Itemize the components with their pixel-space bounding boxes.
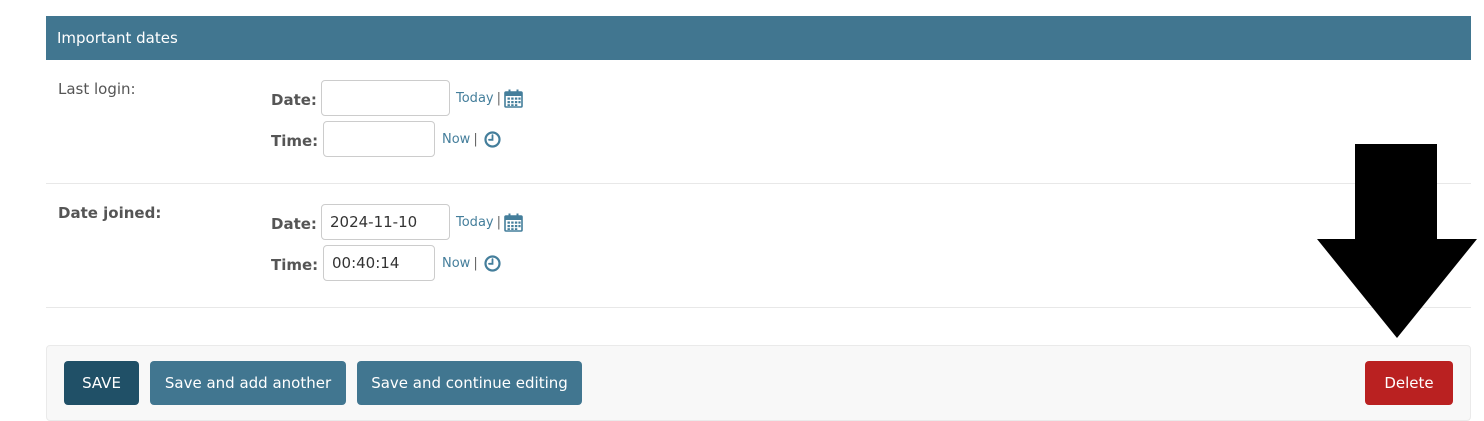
save-and-add-another-button[interactable]: Save and add another xyxy=(150,361,346,405)
fieldset-header: Important dates xyxy=(46,16,1471,60)
last-login-label: Last login: xyxy=(58,80,136,98)
separator: | xyxy=(496,215,501,230)
form-row-last-login: Last login: Date: Today | Time: Now | xyxy=(46,60,1471,184)
calendar-icon[interactable] xyxy=(504,89,523,108)
important-dates-fieldset: Important dates Last login: Date: Today … xyxy=(46,16,1471,308)
now-link[interactable]: Now xyxy=(442,256,470,271)
last-login-date-label: Date: xyxy=(271,91,317,109)
delete-button[interactable]: Delete xyxy=(1365,361,1453,405)
date-joined-time-input[interactable] xyxy=(323,245,435,281)
today-link[interactable]: Today xyxy=(456,91,494,106)
separator: | xyxy=(473,132,478,147)
date-joined-time-label: Time: xyxy=(271,256,319,274)
last-login-time-shortcuts: Now | xyxy=(442,131,501,148)
separator: | xyxy=(473,256,478,271)
clock-icon[interactable] xyxy=(484,255,501,272)
save-and-continue-button[interactable]: Save and continue editing xyxy=(357,361,582,405)
calendar-icon[interactable] xyxy=(504,213,523,232)
submit-row: SAVE Save and add another Save and conti… xyxy=(46,345,1471,421)
form-row-date-joined: Date joined: Date: Today | Time: Now | xyxy=(46,184,1471,308)
down-arrow-annotation xyxy=(1317,144,1477,338)
date-joined-date-input[interactable] xyxy=(321,204,450,240)
today-link[interactable]: Today xyxy=(456,215,494,230)
date-joined-label: Date joined: xyxy=(58,204,162,222)
last-login-time-input[interactable] xyxy=(323,121,435,157)
date-joined-date-label: Date: xyxy=(271,215,317,233)
last-login-date-input[interactable] xyxy=(321,80,450,116)
save-button[interactable]: SAVE xyxy=(64,361,139,405)
last-login-time-label: Time: xyxy=(271,132,319,150)
clock-icon[interactable] xyxy=(484,131,501,148)
date-joined-time-shortcuts: Now | xyxy=(442,255,501,272)
last-login-date-shortcuts: Today | xyxy=(456,89,523,108)
now-link[interactable]: Now xyxy=(442,132,470,147)
date-joined-date-shortcuts: Today | xyxy=(456,213,523,232)
separator: | xyxy=(496,91,501,106)
